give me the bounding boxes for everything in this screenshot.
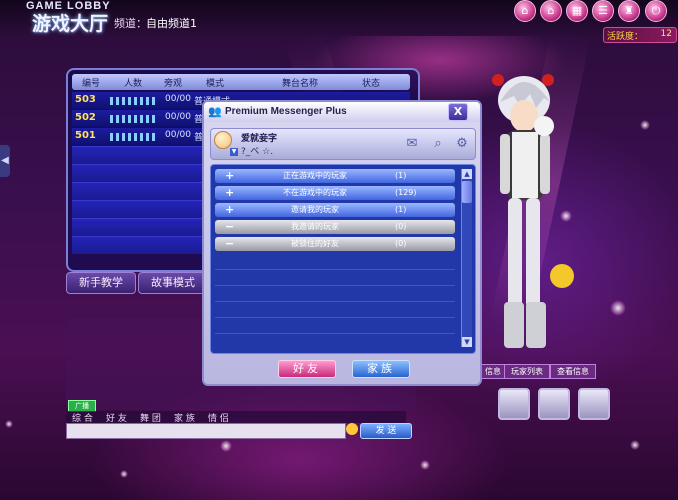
stage-spotlight bbox=[610, 300, 626, 316]
couple-icon[interactable] bbox=[498, 388, 530, 420]
activity-value: 12 bbox=[660, 29, 672, 39]
group-name: 被锁住的好友 bbox=[291, 239, 339, 248]
room-number: 501 bbox=[75, 130, 96, 141]
group-name: 邀请我的玩家 bbox=[291, 205, 339, 214]
house-icon[interactable]: ⌂ bbox=[540, 0, 562, 22]
channel-value: 自由频道1 bbox=[146, 17, 197, 30]
list-divider bbox=[215, 285, 455, 286]
list-scrollbar[interactable]: ▲ ▼ bbox=[461, 169, 472, 347]
status-message[interactable]: ?_ベ ☆. bbox=[241, 144, 273, 157]
messenger-title-bar[interactable]: 👥 Premium Messenger Plus X bbox=[204, 102, 480, 122]
room-number: 502 bbox=[75, 112, 96, 123]
room-table-header: 编号 人数 旁观 模式 舞台名称 状态 bbox=[72, 74, 410, 90]
list-divider bbox=[215, 269, 455, 270]
list-divider bbox=[215, 333, 455, 334]
family-button[interactable]: 家族 bbox=[352, 360, 410, 378]
messenger-window: 👥 Premium Messenger Plus X 爱就妾字 ▼ ?_ベ ☆.… bbox=[202, 100, 482, 386]
mode-buttons: 新手教学 故事模式 bbox=[66, 272, 216, 294]
scroll-thumb[interactable] bbox=[462, 181, 472, 203]
info-button[interactable]: 信息 bbox=[480, 364, 506, 379]
group-count: (0) bbox=[395, 222, 407, 231]
exit-icon[interactable]: ⏻ bbox=[645, 0, 667, 22]
menu-icon[interactable]: ☰ bbox=[592, 0, 614, 22]
chat-input[interactable] bbox=[66, 423, 346, 439]
tutorial-button[interactable]: 新手教学 bbox=[66, 272, 136, 294]
settings-icon[interactable]: ⚙ bbox=[453, 135, 471, 153]
player-slots bbox=[110, 115, 158, 123]
scroll-down-icon[interactable]: ▼ bbox=[462, 337, 472, 347]
header-status: 状态 bbox=[362, 79, 381, 89]
send-button[interactable]: 发 送 bbox=[360, 423, 412, 439]
header-mode: 模式 bbox=[206, 79, 225, 89]
list-divider bbox=[215, 301, 455, 302]
emoticon-icon[interactable] bbox=[346, 423, 358, 435]
header-stage-name: 舞台名称 bbox=[282, 79, 319, 89]
group-count: (1) bbox=[395, 171, 407, 180]
activity-meter: 活跃度： 12 bbox=[603, 27, 677, 43]
room-spectators: 00/00 bbox=[165, 112, 191, 122]
stage-spotlight bbox=[120, 470, 128, 478]
header-number: 编号 bbox=[82, 79, 101, 89]
shop-icon[interactable]: ▦ bbox=[566, 0, 588, 22]
search-icon[interactable]: ⌕ bbox=[429, 135, 447, 153]
face-icon[interactable] bbox=[578, 388, 610, 420]
close-button[interactable]: X bbox=[448, 103, 468, 121]
stage-spotlight bbox=[5, 420, 13, 428]
room-spectators: 00/00 bbox=[165, 130, 191, 140]
group-i-invited[interactable]: − 我邀请的玩家 (0) bbox=[215, 220, 455, 234]
left-arrow-icon[interactable]: ◀ bbox=[0, 145, 10, 177]
users-icon: 👥 bbox=[208, 105, 222, 118]
group-count: (1) bbox=[395, 205, 407, 214]
avatar[interactable] bbox=[214, 131, 232, 149]
group-name: 我邀请的玩家 bbox=[291, 222, 339, 231]
stage-spotlight bbox=[420, 460, 430, 470]
player-character bbox=[492, 74, 574, 348]
status-dropdown-icon[interactable]: ▼ bbox=[230, 148, 238, 156]
group-count: (0) bbox=[395, 239, 407, 248]
username: 爱就妾字 bbox=[241, 134, 278, 144]
activity-label: 活跃度： bbox=[607, 32, 644, 42]
mail-icon[interactable]: ✉ bbox=[403, 135, 421, 153]
player-slots bbox=[110, 97, 158, 105]
friends-button[interactable]: 好友 bbox=[278, 360, 336, 378]
channel-label: 频道： bbox=[114, 17, 147, 30]
list-divider bbox=[215, 317, 455, 318]
stage-spotlight bbox=[220, 440, 232, 452]
ball-icon[interactable] bbox=[538, 388, 570, 420]
scroll-up-icon[interactable]: ▲ bbox=[462, 169, 472, 179]
group-name: 不在游戏中的玩家 bbox=[283, 188, 347, 197]
group-in-game[interactable]: + 正在游戏中的玩家 (1) bbox=[215, 169, 455, 183]
group-count: (129) bbox=[395, 188, 417, 197]
view-info-button[interactable]: 查看信息 bbox=[550, 364, 596, 379]
wardrobe-icon[interactable]: ♜ bbox=[618, 0, 640, 22]
friend-group-list: + 正在游戏中的玩家 (1) + 不在游戏中的玩家 (129) + 邀请我的玩家… bbox=[210, 164, 476, 354]
group-blocked[interactable]: − 被锁住的好友 (0) bbox=[215, 237, 455, 251]
messenger-title: Premium Messenger Plus bbox=[225, 106, 347, 117]
home-icon[interactable]: ⌂ bbox=[514, 0, 536, 22]
stage-spotlight bbox=[630, 440, 640, 450]
player-list-button[interactable]: 玩家列表 bbox=[504, 364, 550, 379]
header-players: 人数 bbox=[124, 79, 143, 89]
group-not-in-game[interactable]: + 不在游戏中的玩家 (129) bbox=[215, 186, 455, 200]
player-slots bbox=[110, 133, 158, 141]
room-number: 503 bbox=[75, 94, 96, 105]
story-mode-button[interactable]: 故事模式 bbox=[138, 272, 208, 294]
stage-spotlight bbox=[640, 120, 650, 130]
group-name: 正在游戏中的玩家 bbox=[283, 171, 347, 180]
chat-tabs: 综 合 好 友 舞 团 家 族 情 侣 bbox=[66, 411, 406, 424]
header-spectators: 旁观 bbox=[164, 79, 183, 89]
profile-card: 爱就妾字 ▼ ?_ベ ☆. ✉ ⌕ ⚙ bbox=[210, 128, 476, 160]
group-invited-me[interactable]: + 邀请我的玩家 (1) bbox=[215, 203, 455, 217]
game-lobby-logo: 游戏大厅 bbox=[32, 14, 109, 35]
room-spectators: 00/00 bbox=[165, 94, 191, 104]
